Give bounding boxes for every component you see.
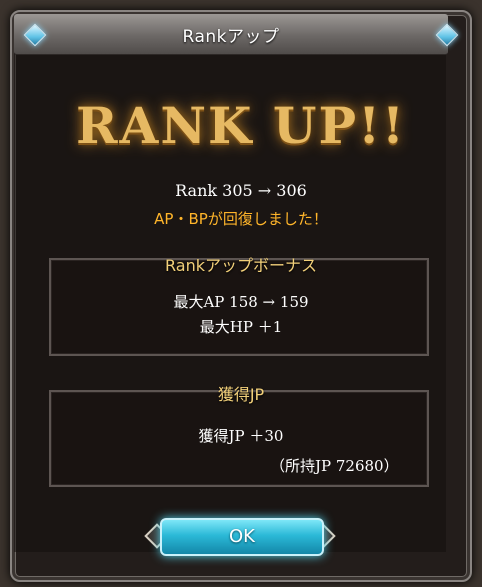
ok-button[interactable]: OK	[160, 518, 324, 556]
rank-bonus-title: Rankアップボーナス	[165, 256, 317, 275]
rank-change-text: Rank 305 → 306	[175, 181, 307, 200]
ok-button-label: OK	[229, 526, 255, 547]
recovery-message: AP・BPが回復しました！	[154, 210, 328, 228]
jp-total-line: （所持JP 72680）	[270, 457, 399, 475]
rank-up-headline: RANK UP!!	[75, 96, 406, 155]
jp-title: 獲得JP	[217, 385, 265, 404]
jp-gain-line: 獲得JP ＋30	[198, 427, 284, 445]
ok-button-group: OK	[144, 515, 336, 556]
dialog-title-bar: Rankアップ	[14, 14, 448, 55]
max-hp-line: 最大HP ＋1	[199, 318, 283, 336]
max-ap-line: 最大AP 158 → 159	[173, 293, 309, 311]
dialog-title: Rankアップ	[182, 27, 280, 47]
